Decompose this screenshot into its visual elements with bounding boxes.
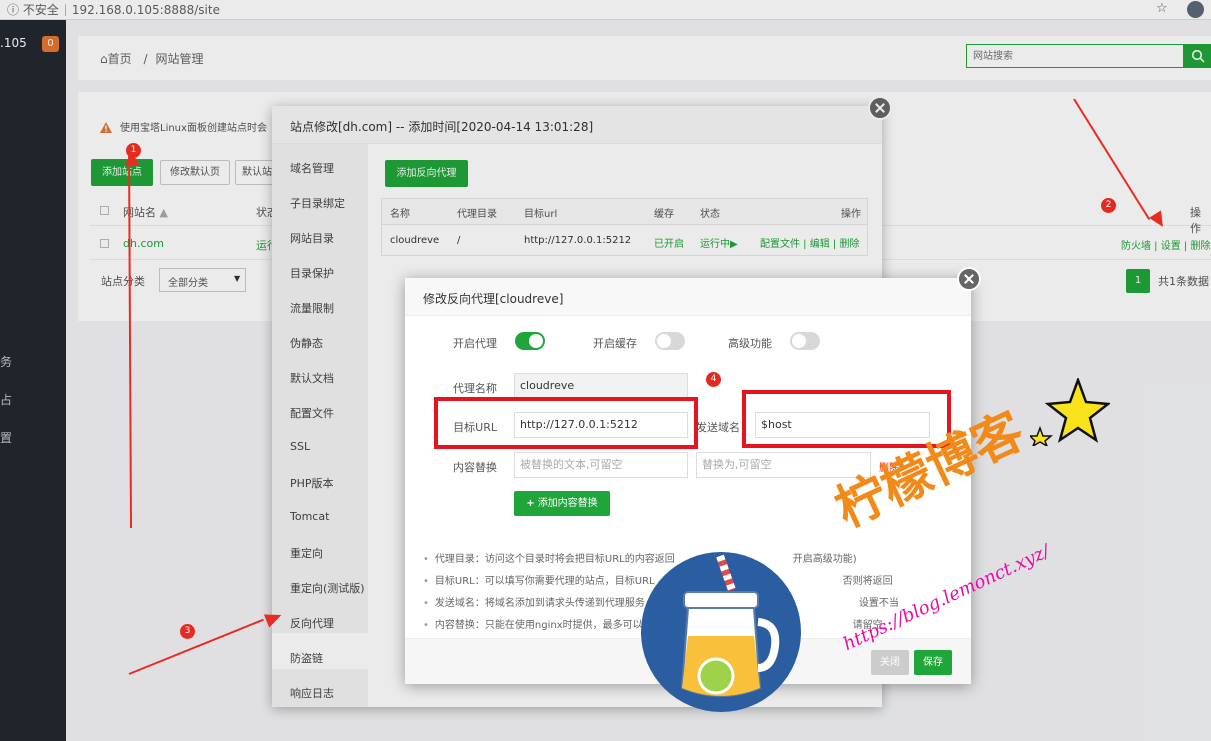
content-replace-label: 内容替换	[453, 461, 497, 474]
proxy-modal-title-bar: 修改反向代理[cloudreve]	[405, 278, 971, 316]
replace-from-field[interactable]: 被替换的文本,可留空	[514, 452, 688, 478]
enable-proxy-label: 开启代理	[453, 337, 497, 350]
annotation-marker-4: 4	[706, 372, 721, 387]
enable-proxy-toggle[interactable]	[515, 332, 545, 350]
note-send-domain-tail: 设置不当	[858, 598, 899, 609]
enable-cache-toggle[interactable]	[655, 332, 685, 350]
note-proxy-dir-text: 代理目录：访问这个目录时将会把目标URL的内容返回	[434, 554, 675, 565]
note-target-url-tail: 否则将返回	[842, 576, 893, 587]
enable-cache-label: 开启缓存	[593, 337, 637, 350]
toggle-knob	[657, 334, 671, 348]
plus-icon: +	[526, 498, 535, 509]
close-modal-button[interactable]: 关闭	[871, 650, 909, 675]
send-domain-field[interactable]: $host	[755, 412, 930, 438]
lemonade-logo-icon	[641, 552, 801, 712]
note-proxy-dir-tail: 开启高级功能)	[792, 554, 857, 565]
advanced-toggle[interactable]	[790, 332, 820, 350]
proxy-name-field[interactable]: cloudreve	[514, 373, 688, 399]
target-url-field[interactable]: http://127.0.0.1:5212	[514, 412, 688, 438]
target-url-label: 目标URL	[453, 421, 497, 434]
toggle-knob	[529, 334, 543, 348]
star-icon	[1030, 378, 1110, 446]
advanced-label: 高级功能	[728, 337, 772, 350]
annotation-marker-1: 1	[126, 143, 141, 158]
proxy-modal-close-button[interactable]	[957, 267, 981, 291]
proxy-name-label: 代理名称	[453, 382, 497, 395]
proxy-modal-title: 修改反向代理[cloudreve]	[423, 292, 564, 306]
toggle-knob	[792, 334, 806, 348]
annotation-marker-3: 3	[180, 624, 195, 639]
add-replace-button[interactable]: + 添加内容替换	[514, 491, 610, 516]
note-content-replace-text: 内容替换：只能在使用nginx时提供，最多可以	[434, 620, 643, 631]
save-button[interactable]: 保存	[914, 650, 952, 675]
add-replace-label: 添加内容替换	[537, 498, 598, 509]
note-target-url-text: 目标URL：可以填写你需要代理的站点，目标URL	[434, 576, 655, 587]
note-send-domain-text: 发送域名：将域名添加到请求头传递到代理服务	[434, 598, 645, 609]
annotation-marker-2: 2	[1101, 198, 1116, 213]
